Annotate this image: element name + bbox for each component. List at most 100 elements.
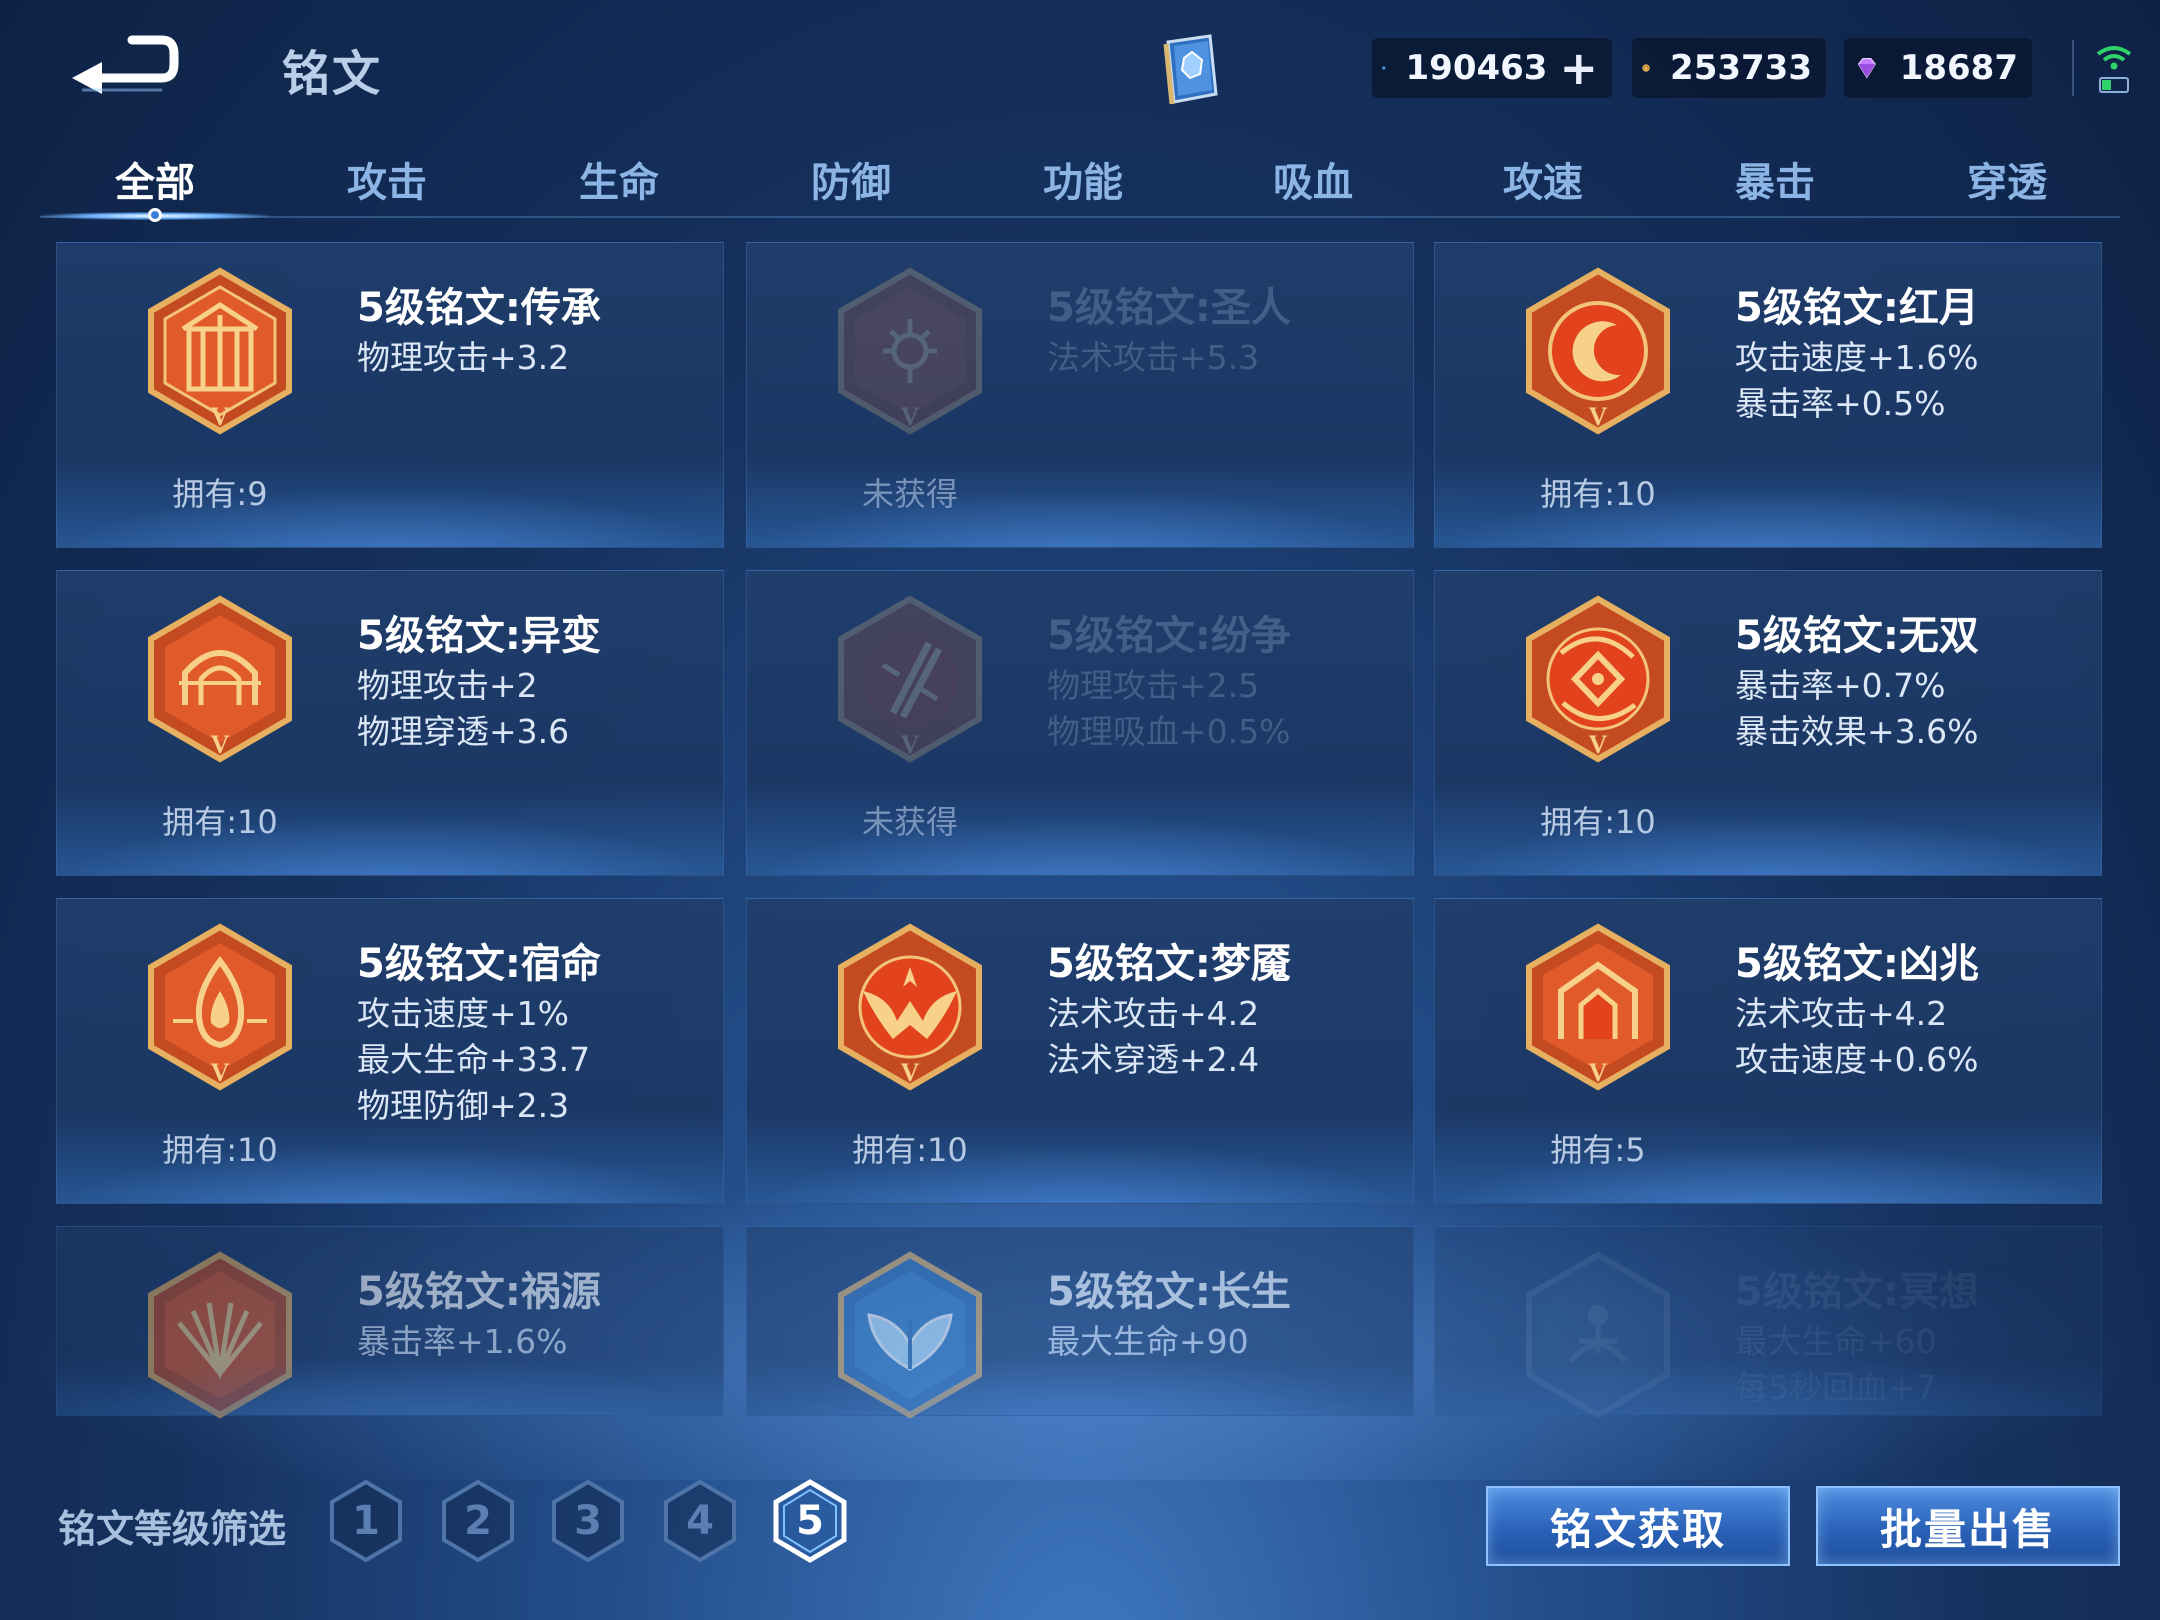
rune-stat: 物理防御+2.3: [357, 1086, 570, 1125]
rune-stat: 暴击率+0.5%: [1735, 384, 1946, 423]
rune-card[interactable]: 5级铭文:祸源 暴击率+1.6%: [56, 1226, 724, 1419]
tab-health[interactable]: 生命: [544, 150, 694, 208]
gem-currency: 190463 +: [1372, 38, 1612, 98]
svg-text:V: V: [901, 730, 920, 759]
bat-wing-icon: V: [833, 921, 987, 1097]
rune-stats: 物理攻击+2.5 物理吸血+0.5%: [1047, 663, 1291, 755]
svg-text:V: V: [211, 730, 230, 759]
blade-icon: V: [833, 593, 987, 769]
rune-card[interactable]: V 5级铭文:传承 物理攻击+3.2 拥有:9: [56, 242, 724, 548]
bulk-sell-button[interactable]: 批量出售: [1816, 1486, 2120, 1566]
rune-stat: 每5秒回血+7: [1735, 1368, 1937, 1407]
back-arrow-icon: [72, 35, 179, 94]
rune-stat: 法术攻击+4.2: [1047, 994, 1260, 1033]
tab-attack-speed[interactable]: 攻速: [1468, 150, 1618, 208]
blue-gem-icon: [1382, 66, 1386, 70]
rune-card[interactable]: V 5级铭文:异变 物理攻击+2 物理穿透+3.6 拥有:10: [56, 570, 724, 876]
rune-stat: 攻击速度+1%: [357, 994, 570, 1033]
tab-crit[interactable]: 暴击: [1700, 150, 1850, 208]
rune-book-icon[interactable]: [1150, 28, 1234, 112]
rune-card[interactable]: V 5级铭文:凶兆 法术攻击+4.2 攻击速度+0.6% 拥有:5: [1434, 898, 2102, 1204]
coin-amount: 253733: [1670, 48, 1812, 88]
rune-stat: 物理攻击+2.5: [1047, 666, 1260, 705]
rune-name: 5级铭文:凶兆: [1735, 941, 1979, 987]
level-number: 3: [574, 1498, 602, 1544]
tab-lifesteal[interactable]: 吸血: [1238, 150, 1388, 208]
level-filter-3-button[interactable]: 3: [550, 1478, 626, 1564]
rune-card[interactable]: V 5级铭文:纷争 物理攻击+2.5 物理吸血+0.5% 未获得: [746, 570, 1414, 876]
rune-stats: 攻击速度+1% 最大生命+33.7 物理防御+2.3: [357, 991, 590, 1129]
fan-icon: [143, 1249, 297, 1425]
level-filter-2-button[interactable]: 2: [440, 1478, 516, 1564]
gem-amount: 190463: [1405, 48, 1548, 88]
level-number: 4: [686, 1498, 714, 1544]
rune-name: 5级铭文:长生: [1047, 1269, 1291, 1315]
flower-icon: V: [833, 265, 987, 441]
rune-owned-count: 拥有:10: [162, 803, 278, 841]
level-filter-4-button[interactable]: 4: [662, 1478, 738, 1564]
rune-stat: 暴击率+1.6%: [357, 1322, 568, 1361]
rune-acquire-label: 铭文获取: [1549, 1504, 1726, 1554]
active-tab-dot: [148, 208, 162, 222]
level-filter-1-button[interactable]: 1: [328, 1478, 404, 1564]
tabs-underline: [40, 216, 2120, 218]
svg-text:V: V: [901, 1058, 920, 1087]
rune-name: 5级铭文:梦魇: [1047, 941, 1291, 987]
header-divider: [2072, 40, 2074, 96]
rune-stats: 暴击率+1.6%: [357, 1319, 568, 1365]
arch-icon: V: [143, 593, 297, 769]
rune-stats: 法术攻击+5.3: [1047, 335, 1259, 381]
pillar-icon: V: [143, 265, 297, 441]
rune-card[interactable]: V 5级铭文:圣人 法术攻击+5.3 未获得: [746, 242, 1414, 548]
rune-name: 5级铭文:祸源: [357, 1269, 601, 1315]
rune-stats: 暴击率+0.7% 暴击效果+3.6%: [1735, 663, 1979, 755]
level-number: 5: [796, 1498, 824, 1544]
rune-name: 5级铭文:纷争: [1047, 613, 1291, 659]
svg-text:V: V: [1589, 730, 1608, 759]
rune-card[interactable]: V 5级铭文:宿命 攻击速度+1% 最大生命+33.7 物理防御+2.3 拥有:…: [56, 898, 724, 1204]
wifi-signal-icon: [2092, 40, 2136, 96]
rune-stats: 物理攻击+2 物理穿透+3.6: [357, 663, 569, 755]
rune-stat: 暴击率+0.7%: [1735, 666, 1946, 705]
swirl-diamond-icon: V: [1521, 593, 1675, 769]
rune-card[interactable]: 5级铭文:冥想 最大生命+60 每5秒回血+7: [1434, 1226, 2102, 1419]
rune-card[interactable]: V 5级铭文:红月 攻击速度+1.6% 暴击率+0.5% 拥有:10: [1434, 242, 2102, 548]
rune-name: 5级铭文:圣人: [1047, 285, 1291, 331]
rune-stats: 物理攻击+3.2: [357, 335, 569, 381]
tab-penetration[interactable]: 穿透: [1932, 150, 2082, 208]
rune-owned-count: 拥有:10: [1540, 803, 1656, 841]
rune-acquire-button[interactable]: 铭文获取: [1486, 1486, 1790, 1566]
rune-stat: 物理攻击+3.2: [357, 338, 570, 377]
rune-stat: 暴击效果+3.6%: [1735, 712, 1979, 751]
rune-stat: 攻击速度+0.6%: [1735, 1040, 1979, 1079]
back-button[interactable]: [62, 30, 182, 100]
tab-attack[interactable]: 攻击: [312, 150, 462, 208]
crescent-moon-icon: V: [1521, 265, 1675, 441]
level-filter-5-button[interactable]: 5: [772, 1478, 848, 1564]
svg-text:V: V: [1589, 1058, 1608, 1087]
svg-text:V: V: [1589, 402, 1608, 431]
rune-stat: 物理攻击+2: [357, 666, 538, 705]
rune-stats: 最大生命+60 每5秒回血+7: [1735, 1319, 1937, 1411]
add-gem-button[interactable]: +: [1559, 45, 1598, 91]
rune-owned-count: 拥有:10: [1540, 475, 1656, 513]
tab-utility[interactable]: 功能: [1008, 150, 1158, 208]
rune-stat: 法术穿透+2.4: [1047, 1040, 1260, 1079]
rune-owned-count: 拥有:5: [1550, 1131, 1646, 1169]
rune-name: 5级铭文:无双: [1735, 613, 1979, 659]
rune-stat: 最大生命+33.7: [357, 1040, 591, 1079]
tab-defense[interactable]: 防御: [776, 150, 926, 208]
svg-text:V: V: [901, 402, 920, 431]
rune-card[interactable]: V 5级铭文:梦魇 法术攻击+4.2 法术穿透+2.4 拥有:10: [746, 898, 1414, 1204]
rune-owned-count: 未获得: [861, 475, 958, 513]
rune-name: 5级铭文:红月: [1735, 285, 1979, 331]
rune-owned-count: 拥有:10: [162, 1131, 278, 1169]
bottom-bar: 铭文等级筛选 1 2 3 4 5 铭文获取 批量出售: [0, 1440, 2160, 1620]
tab-all[interactable]: 全部: [80, 150, 230, 208]
rune-card[interactable]: V 5级铭文:无双 暴击率+0.7% 暴击效果+3.6% 拥有:10: [1434, 570, 2102, 876]
level-filter-label: 铭文等级筛选: [58, 1507, 287, 1551]
rune-card[interactable]: 5级铭文:长生 最大生命+90: [746, 1226, 1414, 1419]
bulk-sell-label: 批量出售: [1879, 1504, 2056, 1554]
rune-stat: 最大生命+60: [1735, 1322, 1937, 1361]
svg-text:S: S: [1645, 65, 1648, 70]
